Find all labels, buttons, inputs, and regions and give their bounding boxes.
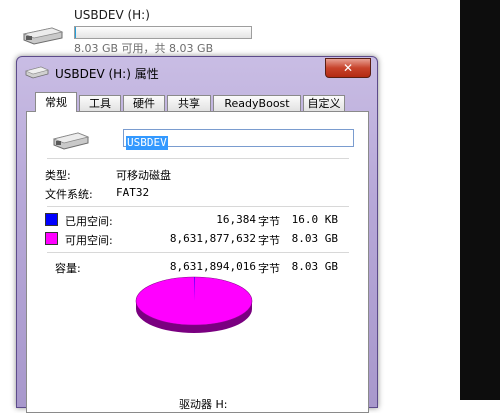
drive-usage-fill: [75, 27, 76, 38]
tab-sharing[interactable]: 共享: [167, 95, 211, 111]
drive-name-selection: USBDEV: [126, 136, 168, 150]
drive-name: USBDEV (H:): [74, 8, 150, 22]
free-space-color-swatch: [45, 232, 58, 245]
drive-name-input[interactable]: USBDEV: [123, 129, 354, 150]
capacity-bytes: 8,631,894,016: [169, 260, 256, 273]
capacity-unit: 字节: [258, 262, 280, 275]
type-value: 可移动磁盘: [116, 169, 171, 182]
usb-drive-icon: [52, 132, 90, 150]
drive-label: 驱动器 H:: [179, 398, 228, 411]
free-space-label: 可用空间:: [65, 234, 113, 247]
free-space-size: 8.03 GB: [291, 232, 338, 245]
used-space-unit: 字节: [258, 215, 280, 228]
capacity-size: 8.03 GB: [291, 260, 338, 273]
disk-usage-pie-chart: [135, 276, 253, 333]
divider: [47, 206, 349, 207]
usb-drive-icon: [25, 66, 49, 79]
title-bar[interactable]: USBDEV (H:) 属性 ✕: [17, 57, 377, 87]
close-button[interactable]: ✕: [325, 58, 371, 78]
dialog-title: USBDEV (H:) 属性: [55, 67, 159, 81]
general-tab-panel: USBDEV 类型: 可移动磁盘 文件系统: FAT32 已用空间: 16,38…: [26, 111, 369, 413]
divider: [47, 252, 349, 253]
properties-dialog: USBDEV (H:) 属性 ✕ 常规 工具 硬件 共享 ReadyBoost …: [16, 56, 378, 413]
tab-readyboost[interactable]: ReadyBoost: [213, 95, 301, 111]
free-space-bytes: 8,631,877,632: [169, 232, 256, 245]
capacity-label: 容量:: [55, 262, 81, 275]
filesystem-value: FAT32: [116, 186, 150, 199]
usb-drive-icon: [22, 27, 64, 45]
filesystem-label: 文件系统:: [45, 188, 93, 201]
tab-general[interactable]: 常规: [35, 92, 77, 112]
drive-usage-bar: [74, 26, 252, 39]
tab-tools[interactable]: 工具: [79, 95, 121, 111]
divider: [47, 158, 349, 159]
free-space-unit: 字节: [258, 234, 280, 247]
tab-hardware[interactable]: 硬件: [123, 95, 165, 111]
used-space-bytes: 16,384: [216, 213, 256, 226]
drive-space-text: 8.03 GB 可用，共 8.03 GB: [74, 42, 214, 55]
used-space-label: 已用空间:: [65, 215, 113, 228]
type-label: 类型:: [45, 169, 71, 182]
drive-tile-usbdev[interactable]: USBDEV (H:) 8.03 GB 可用，共 8.03 GB: [0, 0, 262, 60]
used-space-size: 16.0 KB: [291, 213, 338, 226]
tab-customize[interactable]: 自定义: [303, 95, 345, 111]
used-space-color-swatch: [45, 213, 58, 226]
background-dark-area: [460, 0, 500, 400]
